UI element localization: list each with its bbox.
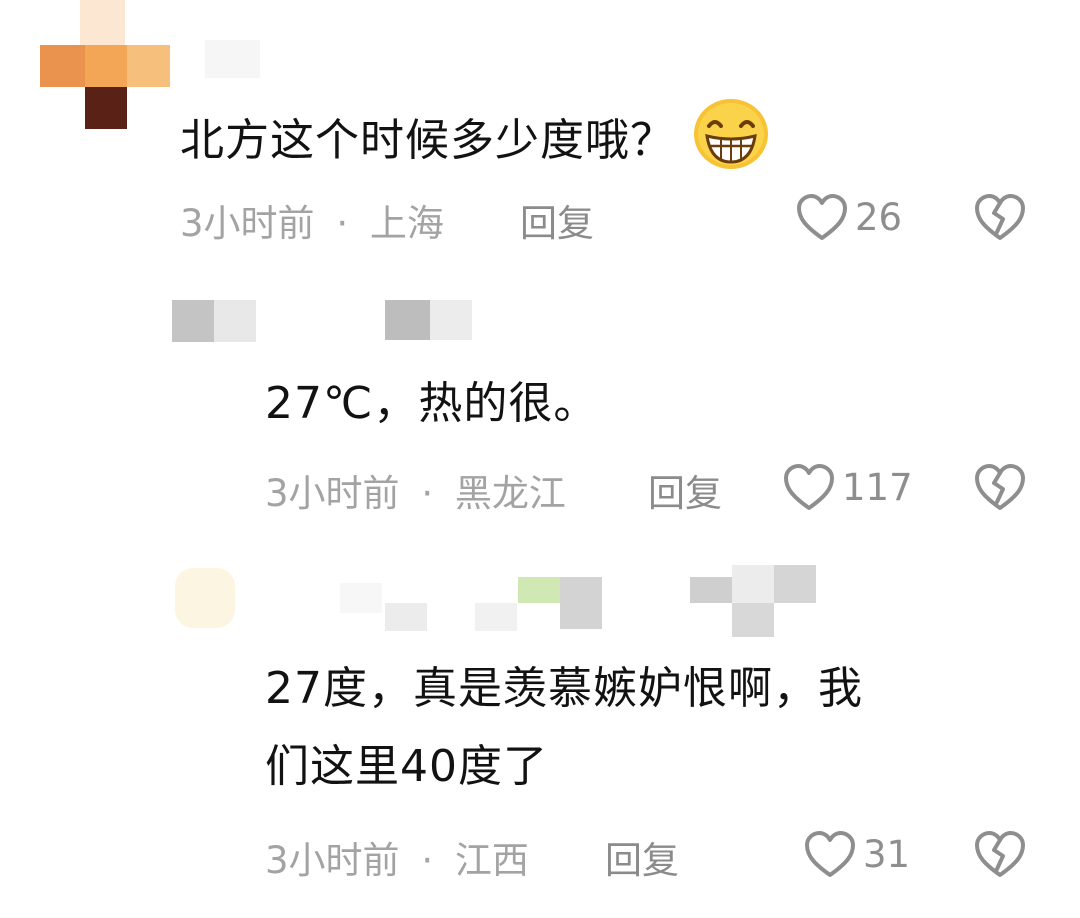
broken-heart-icon — [973, 192, 1027, 242]
reply-button[interactable]: 回复 — [520, 193, 594, 247]
comment-text-line-1: 27度，真是羡慕嫉妒恨啊，我 — [265, 663, 863, 714]
username-blurred[interactable] — [340, 565, 820, 645]
like-count: 31 — [863, 832, 911, 876]
reply-button[interactable]: 回复 — [605, 830, 679, 884]
meta-separator: · — [421, 472, 434, 515]
comment-meta: 3小时前 · 江西 — [265, 830, 529, 884]
dislike-button[interactable] — [973, 829, 1027, 879]
like-count: 117 — [842, 465, 913, 509]
avatar[interactable] — [165, 560, 245, 640]
comment-meta: 3小时前 · 黑龙江 — [265, 463, 566, 517]
like-button[interactable]: 117 — [782, 462, 913, 512]
username-blurred[interactable] — [205, 40, 265, 80]
username-blurred[interactable] — [385, 300, 475, 345]
comment-meta: 3小时前 · 上海 — [180, 193, 444, 247]
dislike-button[interactable] — [973, 462, 1027, 512]
like-count: 26 — [855, 195, 903, 239]
heart-outline-icon — [782, 462, 836, 512]
timestamp: 3小时前 — [265, 472, 400, 515]
comment-text: 北方这个时候多少度哦？ — [180, 96, 771, 190]
grinning-face-emoji-icon — [691, 96, 771, 190]
avatar[interactable] — [40, 0, 180, 130]
location: 黑龙江 — [454, 472, 566, 515]
heart-outline-icon — [795, 192, 849, 242]
dislike-button[interactable] — [973, 192, 1027, 242]
avatar[interactable] — [172, 300, 262, 345]
timestamp: 3小时前 — [265, 839, 400, 882]
like-button[interactable]: 31 — [803, 829, 910, 879]
location: 上海 — [369, 202, 444, 245]
location: 江西 — [454, 839, 529, 882]
meta-separator: · — [336, 202, 349, 245]
comment-text: 27℃，热的很。 — [265, 378, 599, 429]
broken-heart-icon — [973, 829, 1027, 879]
comment-text-line-2: 们这里40度了 — [265, 741, 548, 792]
heart-outline-icon — [803, 829, 857, 879]
like-button[interactable]: 26 — [795, 192, 902, 242]
meta-separator: · — [421, 839, 434, 882]
timestamp: 3小时前 — [180, 202, 315, 245]
broken-heart-icon — [973, 462, 1027, 512]
reply-button[interactable]: 回复 — [648, 463, 722, 517]
